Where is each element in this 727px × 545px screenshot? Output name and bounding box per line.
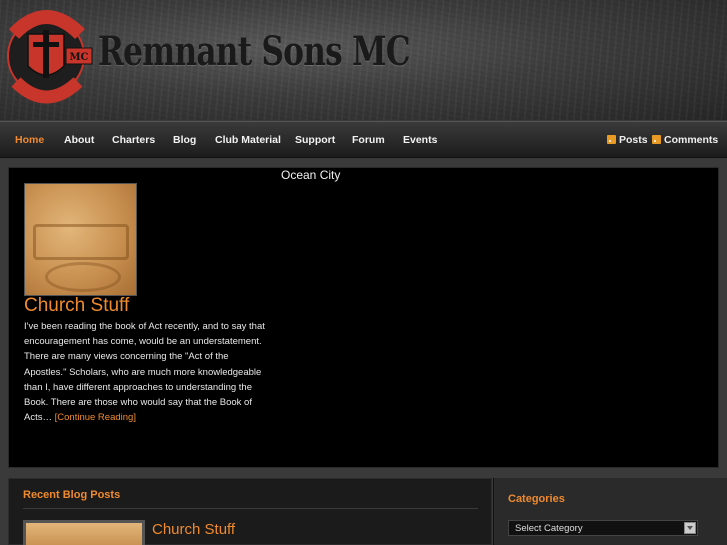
featured-excerpt-text: I've been reading the book of Act recent… xyxy=(24,321,265,424)
feed-posts-label: Posts xyxy=(619,134,648,146)
recent-post-thumbnail[interactable] xyxy=(23,520,145,545)
rss-icon xyxy=(652,135,661,144)
category-select-value: Select Category xyxy=(515,523,583,534)
nav-item-events[interactable]: Events xyxy=(403,134,437,146)
nav-item-about[interactable]: About xyxy=(64,134,94,146)
category-select[interactable]: Select Category xyxy=(508,520,698,536)
recent-posts-section: Recent Blog Posts Church Stuff xyxy=(8,478,492,545)
featured-location: Ocean City xyxy=(281,168,341,182)
rss-icon xyxy=(607,135,616,144)
recent-post-title[interactable]: Church Stuff xyxy=(152,521,235,538)
featured-panel: Ocean City Church Stuff I've been readin… xyxy=(8,167,719,468)
site-header: MC Remnant Sons MC xyxy=(0,0,727,120)
categories-heading: Categories xyxy=(508,493,565,505)
continue-reading-link[interactable]: [Continue Reading] xyxy=(55,412,136,423)
feed-comments-link[interactable]: Comments xyxy=(652,134,718,146)
site-title[interactable]: Remnant Sons MC xyxy=(98,28,411,75)
divider xyxy=(23,508,478,509)
club-logo-badge[interactable]: MC xyxy=(4,4,96,108)
recent-posts-heading: Recent Blog Posts xyxy=(23,489,121,501)
svg-text:MC: MC xyxy=(69,52,88,63)
nav-item-forum[interactable]: Forum xyxy=(352,134,385,146)
featured-post-excerpt: I've been reading the book of Act recent… xyxy=(24,319,268,425)
sidebar: Categories Select Category xyxy=(493,478,727,545)
main-nav: Home About Charters Blog Club Material S… xyxy=(0,121,727,158)
feed-comments-label: Comments xyxy=(664,134,719,146)
nav-item-charters[interactable]: Charters xyxy=(112,134,155,146)
feed-posts-link[interactable]: Posts xyxy=(607,134,648,146)
nav-item-home[interactable]: Home xyxy=(15,134,44,146)
nav-item-club-material[interactable]: Club Material xyxy=(215,134,281,146)
featured-post-thumbnail[interactable] xyxy=(24,183,137,296)
chevron-down-icon[interactable] xyxy=(684,522,696,534)
featured-post-title[interactable]: Church Stuff xyxy=(24,295,129,317)
nav-item-blog[interactable]: Blog xyxy=(173,134,196,146)
nav-item-support[interactable]: Support xyxy=(295,134,335,146)
